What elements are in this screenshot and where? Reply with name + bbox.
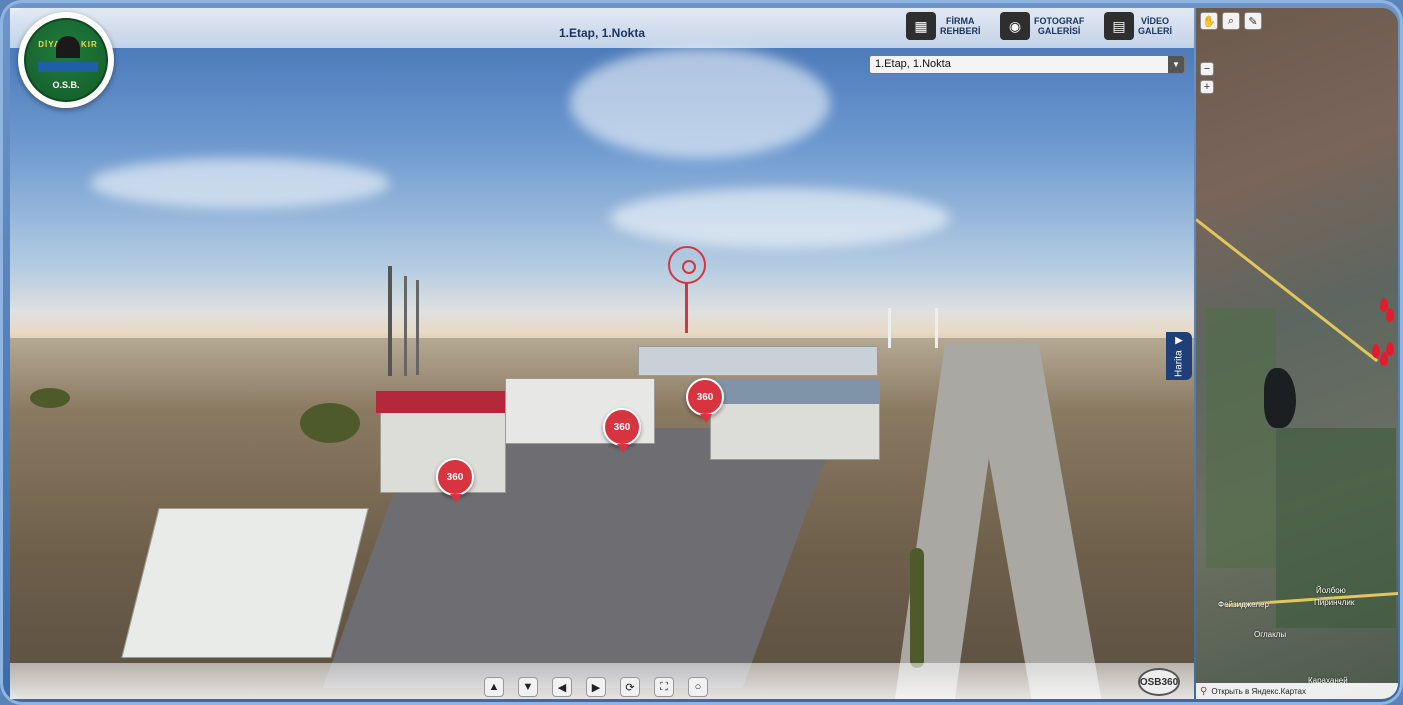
hotspot-label: 360 <box>446 471 464 483</box>
tree-cluster <box>30 388 70 408</box>
right-arrow-icon[interactable]: ▶ <box>586 677 606 697</box>
zoom-out-button[interactable]: − <box>1200 62 1214 76</box>
map-terrain <box>1206 308 1276 568</box>
zoom-in-button[interactable]: + <box>1200 80 1214 94</box>
hotspot-label: 360 <box>696 391 714 403</box>
location-select-value: 1.Etap, 1.Nokta <box>875 58 951 70</box>
film-icon: ▤ <box>1104 12 1134 40</box>
button-line: GALERİ <box>1138 26 1173 36</box>
down-arrow-icon[interactable]: ▼ <box>518 677 538 697</box>
hand-tool-icon[interactable]: ✋ <box>1200 12 1218 30</box>
button-line: GALERİSİ <box>1037 26 1081 36</box>
app-frame: 1.Etap, 1.Nokta DİYARBAKIR O.S.B. ▦ FİRM… <box>0 0 1403 705</box>
hotspot-360[interactable]: 360 <box>603 408 641 453</box>
map-marker-icon[interactable] <box>1386 342 1394 356</box>
harita-label: Harita <box>1173 350 1185 377</box>
map-marker-icon[interactable] <box>1386 308 1394 322</box>
tree-cluster <box>300 403 360 443</box>
cloud <box>570 48 830 158</box>
yandex-maps-link[interactable]: ⚲ Открыть в Яндекс.Картах <box>1196 683 1398 699</box>
harita-tab[interactable]: Harita ◀ <box>1166 332 1192 380</box>
map-marker-icon[interactable] <box>1372 344 1380 358</box>
up-arrow-icon[interactable]: ▲ <box>484 677 504 697</box>
map-place-label: Пиринчлик <box>1314 598 1355 607</box>
cloud <box>90 158 390 208</box>
button-line: REHBERİ <box>940 26 981 36</box>
chevron-down-icon: ▼ <box>1168 56 1184 73</box>
location-pin-icon: ⚲ <box>1200 685 1208 697</box>
workshop-building <box>121 508 369 658</box>
button-line: FOTOGRAF <box>1034 16 1085 26</box>
location-select[interactable]: 1.Etap, 1.Nokta ▼ <box>869 55 1185 74</box>
target-pointer-line <box>685 283 688 333</box>
video-galeri-button[interactable]: ▤ VİDEO GALERİ <box>1104 10 1172 42</box>
yandex-link-text: Открыть в Яндекс.Картах <box>1211 686 1306 696</box>
fullscreen-icon[interactable]: ⛶ <box>654 677 674 697</box>
fotograf-galerisi-button[interactable]: ◉ FOTOGRAF GALERİSİ <box>1000 10 1084 42</box>
center-target-icon <box>668 246 706 284</box>
cloud <box>610 188 950 248</box>
osb360-badge[interactable]: OSB360 <box>1138 668 1180 696</box>
logo-subtitle: O.S.B. <box>52 80 80 90</box>
hotspot-360[interactable]: 360 <box>686 378 724 423</box>
map-place-label: Йолбою <box>1316 586 1346 595</box>
logo-emblem: DİYARBAKIR O.S.B. <box>24 18 108 102</box>
map-toggle-icon: ◀ <box>1173 335 1185 347</box>
magnifier-icon[interactable]: ⌕ <box>1222 12 1240 30</box>
left-arrow-icon[interactable]: ◀ <box>552 677 572 697</box>
antenna-tower <box>416 280 419 375</box>
camera-icon: ◉ <box>1000 12 1030 40</box>
refresh-icon[interactable]: ○ <box>688 677 708 697</box>
admin-roof <box>376 391 510 413</box>
tree-row <box>910 548 924 668</box>
logo-river-band <box>38 62 98 72</box>
button-line: VİDEO <box>1141 16 1170 26</box>
minaret <box>888 308 891 348</box>
ruler-icon[interactable]: ✎ <box>1244 12 1262 30</box>
osb-logo[interactable]: DİYARBAKIR O.S.B. <box>18 12 114 108</box>
factory-row <box>638 346 878 376</box>
castle-gate-icon <box>56 36 80 58</box>
button-line: FİRMA <box>946 16 975 26</box>
building-icon: ▦ <box>906 12 936 40</box>
autorotate-icon[interactable]: ⟳ <box>620 677 640 697</box>
firma-rehberi-button[interactable]: ▦ FİRMA REHBERİ <box>906 10 981 42</box>
minaret <box>935 308 938 348</box>
warehouse-roof <box>710 380 880 404</box>
antenna-tower <box>404 276 407 376</box>
map-place-label: Оглаклы <box>1254 630 1287 639</box>
antenna-tower <box>388 266 392 376</box>
panorama-viewer[interactable] <box>10 8 1194 699</box>
hotspot-label: 360 <box>613 421 631 433</box>
satellite-map[interactable]: ✋ ⌕ ✎ − + Йолбою Пиринчлик Фейзиджелер О… <box>1196 8 1398 699</box>
hotspot-360[interactable]: 360 <box>436 458 474 503</box>
map-place-label: Фейзиджелер <box>1218 600 1269 609</box>
map-lake <box>1264 368 1296 428</box>
